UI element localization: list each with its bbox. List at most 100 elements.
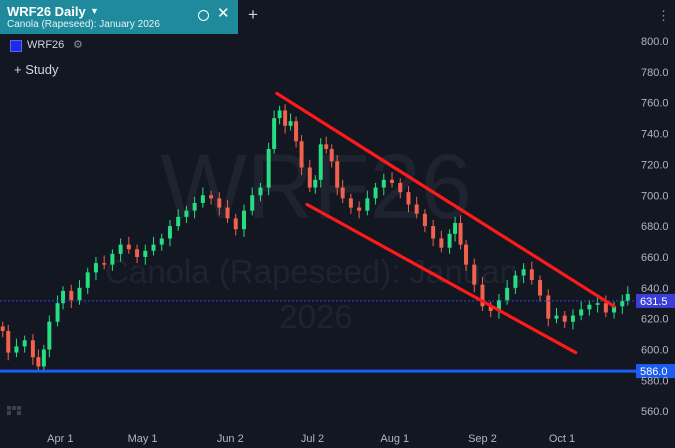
candle-body xyxy=(472,264,477,285)
y-tick-label: 680.0 xyxy=(641,221,669,233)
candle xyxy=(266,142,271,196)
candle-body xyxy=(464,244,469,265)
candle xyxy=(22,335,27,353)
y-axis: 560.0 580.0 600.0 620.0 640.0 660.0 680.0 700.0… xyxy=(641,36,669,418)
candle xyxy=(55,295,60,327)
x-tick-label: May 1 xyxy=(128,433,158,445)
candle-body xyxy=(318,144,323,180)
candle xyxy=(30,334,35,365)
candle-body xyxy=(30,340,35,358)
candle-body xyxy=(505,287,510,301)
candle-body xyxy=(529,269,534,281)
candle-body xyxy=(453,223,458,234)
candle-body xyxy=(143,250,148,257)
candle-body xyxy=(0,326,5,331)
candle-body xyxy=(299,141,304,168)
candle xyxy=(93,256,98,281)
candle-body xyxy=(348,198,353,208)
candle xyxy=(579,301,584,321)
y-tick-label: 800.0 xyxy=(641,36,669,48)
chart-title: WRF26 Daily xyxy=(7,4,86,19)
candle-body xyxy=(41,349,46,367)
candle-body xyxy=(603,303,608,313)
candle-body xyxy=(200,195,205,203)
kebab-menu-icon[interactable]: ⋮ xyxy=(657,9,670,22)
candle-body xyxy=(36,357,41,367)
candle-body xyxy=(313,179,318,188)
y-tick-label: 760.0 xyxy=(641,98,669,110)
candle-body xyxy=(546,295,551,319)
candle-body xyxy=(570,315,575,322)
y-tick-label: 640.0 xyxy=(641,283,669,295)
candle-body xyxy=(329,148,334,162)
candle-body xyxy=(365,198,370,211)
candle-body xyxy=(118,244,123,254)
candle-body xyxy=(422,213,427,227)
x-tick-label: Oct 1 xyxy=(549,433,575,445)
price-chart[interactable]: WRF26 Canola (Rapeseed): January 2026 58… xyxy=(0,0,675,448)
candle-body xyxy=(625,293,630,301)
candle xyxy=(595,297,600,313)
candle xyxy=(272,110,277,154)
circle-icon[interactable] xyxy=(198,10,209,21)
candle-body xyxy=(126,244,131,250)
candle-body xyxy=(439,238,444,248)
candle xyxy=(283,104,288,134)
candle xyxy=(69,284,74,308)
y-tick-label: 660.0 xyxy=(641,252,669,264)
y-tick-label: 620.0 xyxy=(641,314,669,326)
candle-body xyxy=(554,315,559,319)
candle xyxy=(587,300,592,316)
candle-body xyxy=(513,275,518,288)
candle-body xyxy=(373,187,378,199)
candle-body xyxy=(414,204,419,214)
candle-body xyxy=(335,161,340,188)
candle-body xyxy=(14,346,19,353)
y-tick-label: 560.0 xyxy=(641,406,669,418)
y-tick-label: 580.0 xyxy=(641,375,669,387)
candle-body xyxy=(562,315,567,322)
candle-body xyxy=(55,303,60,322)
candle-body xyxy=(390,179,395,183)
candle-body xyxy=(184,210,189,217)
candle xyxy=(126,236,131,254)
candle-body xyxy=(324,144,329,149)
candle-body xyxy=(192,202,197,211)
candle-body xyxy=(272,118,277,149)
candle-body xyxy=(241,210,246,230)
close-icon[interactable]: ✕ xyxy=(217,6,230,21)
candle xyxy=(0,321,5,338)
candle xyxy=(47,315,52,358)
legend-color-swatch xyxy=(10,40,22,52)
candle-body xyxy=(579,309,584,316)
candle-body xyxy=(225,207,230,219)
chart-tab[interactable]: WRF26 Daily ▼ Canola (Rapeseed): January… xyxy=(0,0,238,34)
candle-body xyxy=(102,263,107,265)
y-tick-label: 700.0 xyxy=(641,190,669,202)
candle-body xyxy=(381,179,386,188)
candle-body xyxy=(458,223,463,245)
candle xyxy=(85,267,90,294)
add-study-button[interactable]: + Study xyxy=(14,62,58,77)
candle xyxy=(562,310,567,328)
gear-icon[interactable]: ⚙ xyxy=(73,38,83,51)
candle-body xyxy=(283,110,288,126)
x-axis: Apr 1 May 1 Jun 2 Jul 2 Aug 1 Sep 2 Oct 1 xyxy=(47,433,575,445)
x-tick-label: Sep 2 xyxy=(468,433,497,445)
candle-body xyxy=(47,321,52,350)
candle-body xyxy=(217,198,222,208)
price-label: 631.5 xyxy=(640,296,668,308)
candle-body xyxy=(135,249,140,257)
candle xyxy=(6,324,11,361)
legend-symbol[interactable]: WRF26 xyxy=(27,39,64,51)
caret-down-icon[interactable]: ▼ xyxy=(90,6,99,16)
candle xyxy=(554,307,559,324)
plus-icon[interactable]: + xyxy=(248,6,258,23)
candle-body xyxy=(77,287,82,301)
chart-subtitle: Canola (Rapeseed): January 2026 xyxy=(7,19,160,30)
candle-body xyxy=(620,300,625,307)
candle xyxy=(620,294,625,315)
candle-body xyxy=(110,253,115,265)
candle-body xyxy=(93,263,98,273)
candle-body xyxy=(167,226,172,239)
